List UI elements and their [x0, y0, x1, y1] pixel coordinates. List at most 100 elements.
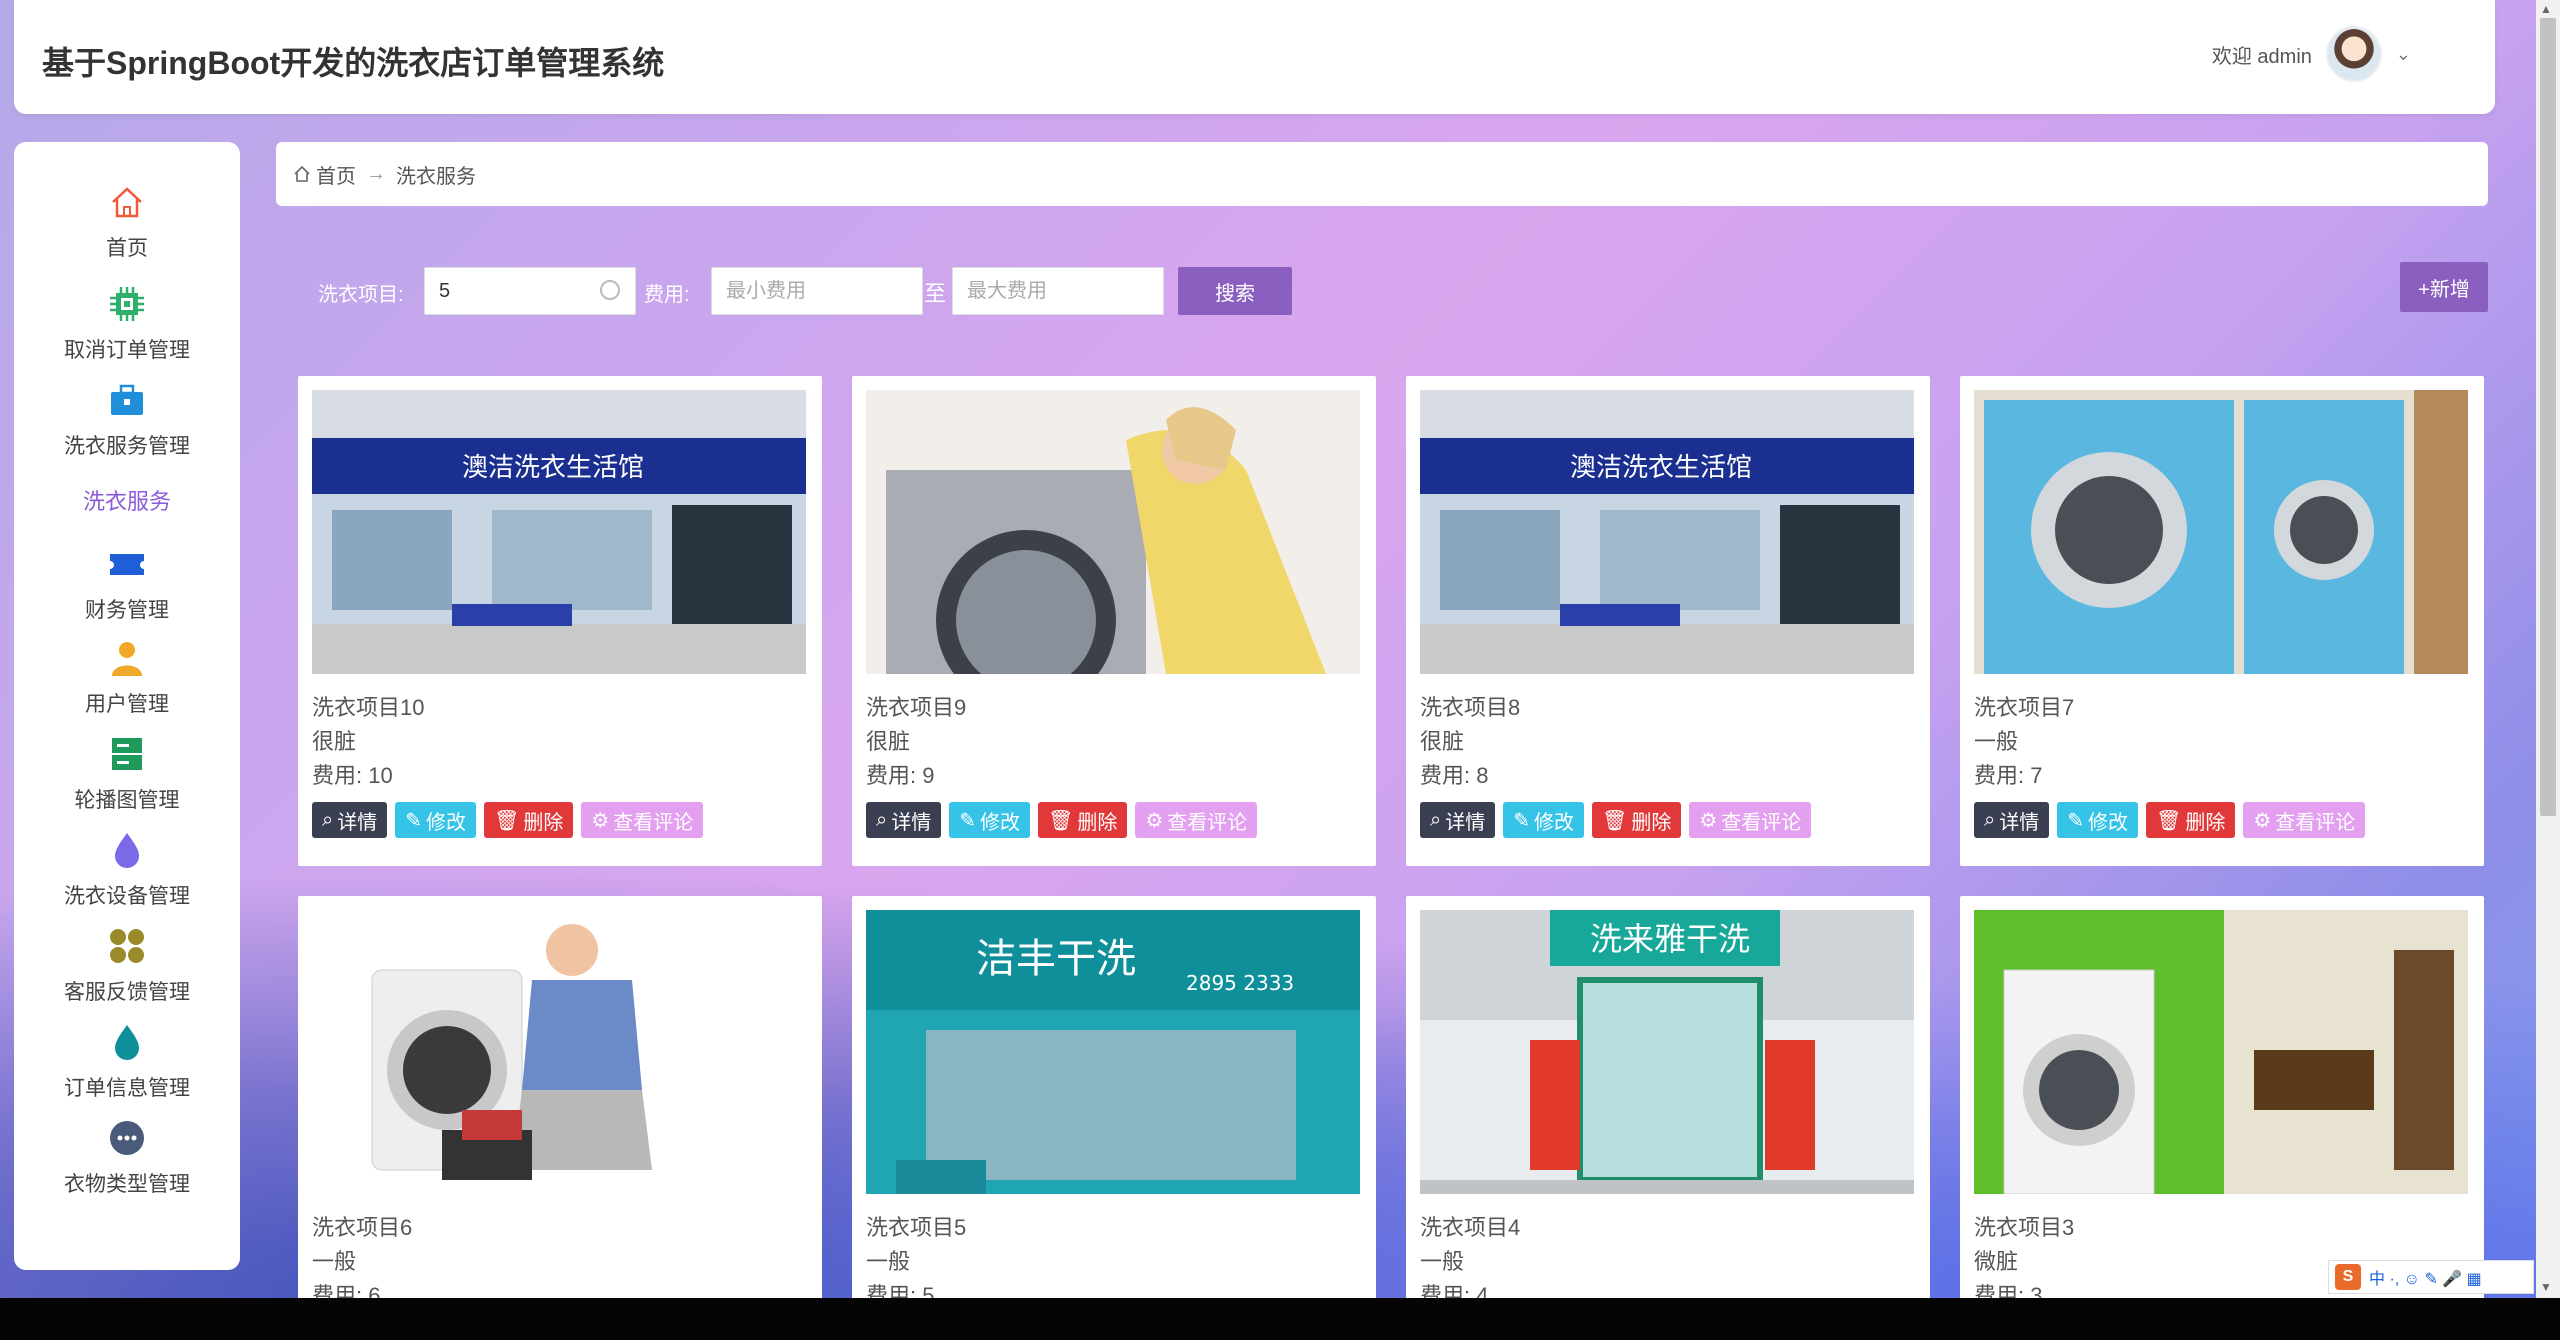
sidebar-item-laundry-service-mgmt[interactable]: 洗衣服务管理 — [14, 380, 240, 460]
user-menu[interactable]: 欢迎 admin ⌄ — [2212, 26, 2411, 82]
service-name: 洗衣项目6 — [312, 1215, 413, 1240]
industrial-washers-image[interactable] — [1974, 390, 2468, 674]
search-button[interactable]: 搜索 — [1178, 267, 1292, 315]
delete-button[interactable]: 🗑 删除 — [483, 802, 574, 838]
fee-prefix: 费用: — [312, 763, 363, 788]
sidebar-item-user-mgmt[interactable]: 用户管理 — [14, 638, 240, 718]
view-reviews-button[interactable]: ⚙ 查看评论 — [2243, 802, 2366, 838]
fee-prefix: 费用: — [1420, 763, 1471, 788]
service-name: 洗衣项目4 — [1420, 1215, 1521, 1240]
fee-prefix: 费用: — [866, 763, 917, 788]
service-card[interactable]: 澳洁洗衣生活馆 洗衣项目10 很脏 费用: 10 ⌕ 详情 ✎ 修改 🗑 删除 ⚙ 查看… — [298, 376, 822, 866]
sidebar-item-cancel-orders[interactable]: 取消订单管理 — [14, 284, 240, 364]
clear-input-icon[interactable] — [600, 280, 620, 300]
storefront-image[interactable]: 洗来雅干洗 — [1420, 910, 1914, 1194]
detail-button[interactable]: ⌕ 详情 — [1420, 802, 1496, 838]
svg-text:2895 2333: 2895 2333 — [1186, 971, 1294, 995]
sidebar-item-carousel-mgmt[interactable]: 轮播图管理 — [14, 734, 240, 814]
detail-label: 详情 — [1445, 811, 1486, 834]
service-desc: 很脏 — [866, 729, 911, 754]
ime-logo-icon: S — [2335, 1264, 2361, 1290]
detail-button[interactable]: ⌕ 详情 — [866, 802, 942, 838]
home-washer-image[interactable] — [1974, 910, 2468, 1194]
laundry-shop-image[interactable]: 澳洁洗衣生活馆 — [1420, 390, 1914, 674]
review-label: 查看评论 — [2275, 811, 2356, 834]
delete-label: 删除 — [1631, 811, 1672, 834]
service-card[interactable]: 洗来雅干洗 洗衣项目4 一般 费用: 4 — [1406, 896, 1930, 1320]
avatar[interactable] — [2325, 26, 2382, 82]
grid-icon — [107, 926, 147, 966]
service-card[interactable]: 洗衣项目7 一般 费用: 7 ⌕ 详情 ✎ 修改 🗑 删除 ⚙ 查看评论 — [1960, 376, 2484, 866]
edit-label: 修改 — [1533, 811, 1574, 834]
service-desc: 微脏 — [1974, 1249, 2019, 1274]
laundry-shop-image[interactable]: 澳洁洗衣生活馆 — [312, 390, 806, 674]
view-reviews-button[interactable]: ⚙ 查看评论 — [1135, 802, 1258, 838]
card-actions: ⌕ 详情 ✎ 修改 🗑 删除 ⚙ 查看评论 — [1420, 802, 1812, 838]
min-fee-input[interactable] — [711, 267, 923, 315]
search-icon: ⌕ — [1430, 808, 1442, 831]
trash-icon: 🗑 — [1601, 809, 1628, 832]
detail-button[interactable]: ⌕ 详情 — [312, 802, 388, 838]
chip-icon — [107, 284, 147, 324]
add-button[interactable]: +新增 — [2400, 262, 2488, 312]
edit-label: 修改 — [979, 811, 1020, 834]
washing-machine-woman-image[interactable] — [866, 390, 1360, 674]
man-with-washer-image[interactable] — [312, 910, 806, 1194]
service-fee: 费用: 10 — [312, 758, 393, 790]
fee-value: 10 — [368, 763, 393, 788]
view-reviews-button[interactable]: ⚙ 查看评论 — [581, 802, 704, 838]
edit-icon: ✎ — [2067, 809, 2084, 832]
dry-clean-store-image[interactable]: 洁丰干洗 2895 2333 — [866, 910, 1360, 1194]
service-desc: 很脏 — [312, 729, 357, 754]
review-label: 查看评论 — [613, 811, 694, 834]
service-name: 洗衣项目9 — [866, 695, 967, 720]
delete-button[interactable]: 🗑 删除 — [1037, 802, 1128, 838]
delete-label: 删除 — [1077, 811, 1118, 834]
service-card[interactable]: 洗衣项目3 微脏 费用: 3 — [1960, 896, 2484, 1320]
edit-label: 修改 — [2087, 811, 2128, 834]
view-reviews-button[interactable]: ⚙ 查看评论 — [1689, 802, 1812, 838]
sidebar-item-feedback-mgmt[interactable]: 客服反馈管理 — [14, 926, 240, 1006]
max-fee-input[interactable] — [952, 267, 1164, 315]
detail-label: 详情 — [891, 811, 932, 834]
delete-button[interactable]: 🗑 删除 — [2145, 802, 2236, 838]
svg-text:澳洁洗衣生活馆: 澳洁洗衣生活馆 — [462, 453, 644, 483]
service-desc: 一般 — [1974, 729, 2019, 754]
sidebar-item-home[interactable]: 首页 — [14, 182, 240, 262]
scroll-thumb[interactable] — [2540, 18, 2556, 816]
detail-button[interactable]: ⌕ 详情 — [1974, 802, 2050, 838]
sidebar-item-finance[interactable]: 财务管理 — [14, 544, 240, 624]
service-card[interactable]: 洗衣项目6 一般 费用: 6 — [298, 896, 822, 1320]
briefcase-icon — [107, 380, 147, 420]
home-small-icon[interactable] — [292, 164, 312, 184]
service-card[interactable]: 洁丰干洗 2895 2333 洗衣项目5 一般 费用: 5 — [852, 896, 1376, 1320]
edit-button[interactable]: ✎ 修改 — [949, 802, 1030, 838]
page-scrollbar[interactable]: ▲ ▼ — [2536, 0, 2560, 1298]
ime-toolbar[interactable]: S 中 ·, ☺ ✎ 🎤 ▦ — [2328, 1260, 2534, 1294]
breadcrumb-home[interactable]: 首页 — [316, 160, 356, 189]
edit-button[interactable]: ✎ 修改 — [1503, 802, 1584, 838]
server-icon — [107, 734, 147, 774]
sidebar-item-order-info-mgmt[interactable]: 订单信息管理 — [14, 1022, 240, 1102]
edit-button[interactable]: ✎ 修改 — [2057, 802, 2138, 838]
service-name: 洗衣项目7 — [1974, 695, 2075, 720]
breadcrumb-current: 洗衣服务 — [396, 165, 476, 188]
scroll-down-arrow-icon[interactable]: ▼ — [2540, 1280, 2552, 1294]
edit-button[interactable]: ✎ 修改 — [395, 802, 476, 838]
breadcrumb: 首页 → 洗衣服务 — [276, 142, 2488, 206]
scroll-up-arrow-icon[interactable]: ▲ — [2540, 2, 2552, 16]
sidebar-subitem-laundry-service[interactable]: 洗衣服务 — [14, 484, 240, 516]
service-card[interactable]: 澳洁洗衣生活馆 洗衣项目8 很脏 费用: 8 ⌕ 详情 ✎ 修改 🗑 删除 ⚙ 查看评论 — [1406, 376, 1930, 866]
svg-text:澳洁洗衣生活馆: 澳洁洗衣生活馆 — [1570, 453, 1752, 483]
chevron-down-icon[interactable]: ⌄ — [2396, 44, 2411, 65]
sidebar-item-clothing-type-mgmt[interactable]: 衣物类型管理 — [14, 1118, 240, 1198]
svg-text:洁丰干洗: 洁丰干洗 — [976, 936, 1136, 982]
welcome-text: 欢迎 admin — [2211, 45, 2312, 68]
sidebar-item-equipment-mgmt[interactable]: 洗衣设备管理 — [14, 830, 240, 910]
service-desc: 一般 — [866, 1249, 911, 1274]
gear-icon: ⚙ — [2253, 809, 2272, 832]
fee-prefix: 费用: — [1974, 763, 2025, 788]
service-card[interactable]: 洗衣项目9 很脏 费用: 9 ⌕ 详情 ✎ 修改 🗑 删除 ⚙ 查看评论 — [852, 376, 1376, 866]
card-actions: ⌕ 详情 ✎ 修改 🗑 删除 ⚙ 查看评论 — [866, 802, 1258, 838]
delete-button[interactable]: 🗑 删除 — [1591, 802, 1682, 838]
